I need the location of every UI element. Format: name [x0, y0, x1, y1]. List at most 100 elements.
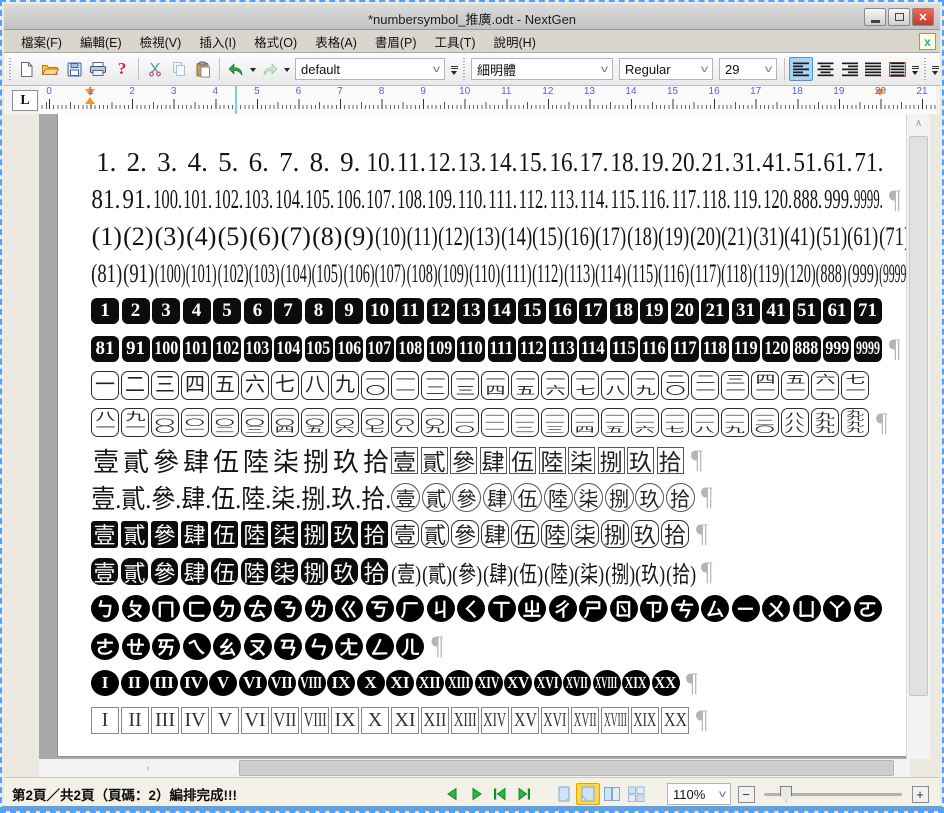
help-icon[interactable]: ? [110, 57, 134, 81]
symbol-cell: 一一七 [661, 408, 689, 437]
align-center-icon[interactable] [813, 57, 837, 81]
symbol-cell: 15. [518, 147, 549, 178]
menu-item-5[interactable]: 格式(O) [245, 29, 306, 54]
nav-prev-page-icon[interactable] [440, 783, 464, 805]
align-left-icon[interactable] [789, 57, 813, 81]
menu-item-6[interactable]: 表格(A) [306, 29, 366, 54]
chevron-down-icon[interactable]: v [765, 64, 772, 75]
toolbar-grip[interactable] [9, 58, 11, 80]
toolbar-overflow-icon[interactable] [929, 57, 941, 81]
zoom-slider-thumb[interactable] [780, 786, 792, 802]
symbol-cell: 13 [457, 298, 485, 324]
open-folder-icon[interactable] [38, 57, 62, 81]
menu-item-8[interactable]: 工具(T) [426, 29, 485, 54]
horizontal-scrollbar[interactable]: ‹ [39, 759, 910, 777]
symbol-cell: 9999 [854, 336, 882, 362]
menu-item-1[interactable]: 檔案(F) [12, 29, 71, 54]
menu-item-7[interactable]: 書眉(P) [366, 29, 426, 54]
dropdown-arrow-icon[interactable] [248, 57, 258, 81]
menu-item-2[interactable]: 編輯(E) [71, 29, 131, 54]
view-two-pages-icon[interactable] [600, 783, 624, 805]
ruler-number: 7 [332, 86, 348, 97]
new-doc-icon[interactable] [14, 57, 38, 81]
zoom-in-icon[interactable]: + [908, 783, 932, 805]
symbol-cell: 7 [274, 298, 302, 324]
zoom-slider[interactable] [764, 785, 902, 803]
horizontal-scroll-thumb[interactable] [239, 760, 894, 776]
undo-icon[interactable] [224, 57, 248, 81]
paste-icon[interactable] [191, 57, 215, 81]
symbol-cell: (肆) [483, 555, 514, 589]
close-button[interactable]: ✕ [912, 8, 934, 26]
font-name-combo[interactable]: 細明體v [471, 58, 613, 80]
symbol-cell: ㄊ [244, 595, 272, 622]
zoom-out-icon[interactable]: − [734, 783, 758, 805]
view-single-page-icon[interactable] [552, 783, 576, 805]
redo-icon[interactable] [258, 57, 282, 81]
print-icon[interactable] [86, 57, 110, 81]
scroll-up-icon[interactable]: ∧ [907, 114, 930, 132]
symbol-cell: V [211, 707, 239, 734]
toolbar-grip[interactable] [924, 58, 926, 80]
scroll-left-icon[interactable]: ‹ [139, 759, 157, 777]
minimize-button[interactable] [864, 8, 886, 26]
zoom-level-combo[interactable]: 110%v [667, 783, 731, 805]
title-bar[interactable]: *numbersymbol_推廣.odt - NextGen ✕ [4, 4, 940, 30]
symbol-cell: (999) [847, 259, 879, 289]
align-right-icon[interactable] [837, 57, 861, 81]
symbol-cell: ㄢ [274, 633, 302, 660]
chevron-down-icon[interactable]: v [433, 64, 440, 75]
font-style-combo[interactable]: Regularv [619, 58, 713, 80]
symbol-cell: VII [271, 707, 299, 734]
ruler-number: 20 [872, 86, 888, 97]
symbol-cell: ㄥ [366, 633, 394, 660]
chevron-down-icon[interactable]: v [701, 64, 708, 75]
chevron-down-icon[interactable]: v [719, 789, 726, 800]
nav-last-page-icon[interactable] [512, 783, 536, 805]
maximize-button[interactable] [888, 8, 910, 26]
symbol-cell: 三一 [721, 371, 749, 400]
symbol-cell: 玖 [635, 483, 664, 512]
symbol-cell: 參 [151, 442, 181, 479]
document-close-button[interactable]: x [919, 33, 936, 50]
menu-item-9[interactable]: 說明(H) [485, 29, 545, 54]
toolbar-grip[interactable] [463, 58, 465, 80]
cut-icon[interactable] [143, 57, 167, 81]
vertical-scroll-thumb[interactable] [909, 136, 928, 696]
align-distribute-icon[interactable] [885, 57, 909, 81]
symbol-cell: (104) [280, 259, 312, 289]
view-multi-pages-icon[interactable] [624, 783, 648, 805]
toolbar-overflow-icon[interactable] [448, 57, 460, 81]
chevron-down-icon[interactable]: v [601, 64, 608, 75]
symbol-cell: (18) [627, 222, 659, 252]
document-line: IIIIIIIVVVIVIIVIIIIXXXIXIIXIIIXIVXVXVIXV… [91, 665, 907, 702]
view-page-fit-icon[interactable] [576, 783, 600, 805]
left-indent-marker[interactable] [85, 97, 95, 104]
dropdown-arrow-icon[interactable] [282, 57, 292, 81]
vertical-scrollbar[interactable]: ∧ [906, 114, 930, 759]
symbol-cell: (21) [721, 222, 753, 252]
symbol-cell: (61) [847, 222, 879, 252]
paragraph-style-combo[interactable]: defaultv [295, 58, 445, 80]
save-icon[interactable] [62, 57, 86, 81]
tab-stop-selector[interactable]: L [12, 90, 38, 111]
symbol-cell: 一〇四 [271, 408, 299, 437]
document-page[interactable]: 1.2.3.4.5.6.7.8.9.10.11.12.13.14.15.16.1… [57, 114, 908, 757]
font-size-combo[interactable]: 29v [719, 58, 777, 80]
symbol-cell: 捌. [301, 479, 331, 516]
symbol-cell: 參 [451, 520, 479, 548]
align-justify-icon[interactable] [861, 57, 885, 81]
symbol-cell: 8. [305, 147, 336, 178]
menu-item-3[interactable]: 檢視(V) [131, 29, 191, 54]
symbol-cell: ㄟ [183, 633, 211, 660]
nav-first-page-icon[interactable] [488, 783, 512, 805]
symbol-cell: 105 [305, 336, 333, 362]
symbol-cell: 一三 [451, 371, 479, 400]
symbol-cell: 9 [335, 298, 363, 324]
menu-item-4[interactable]: 插入(I) [190, 29, 245, 54]
nav-next-page-icon[interactable] [464, 783, 488, 805]
copy-icon[interactable] [167, 57, 191, 81]
toolbar-overflow-icon[interactable] [909, 57, 921, 81]
document-line: 八一九一一〇〇一〇一一〇二一〇三一〇四一〇五一〇六一〇七一〇八一〇九一一〇一一一… [91, 404, 907, 441]
symbol-cell: 105. [305, 184, 336, 215]
